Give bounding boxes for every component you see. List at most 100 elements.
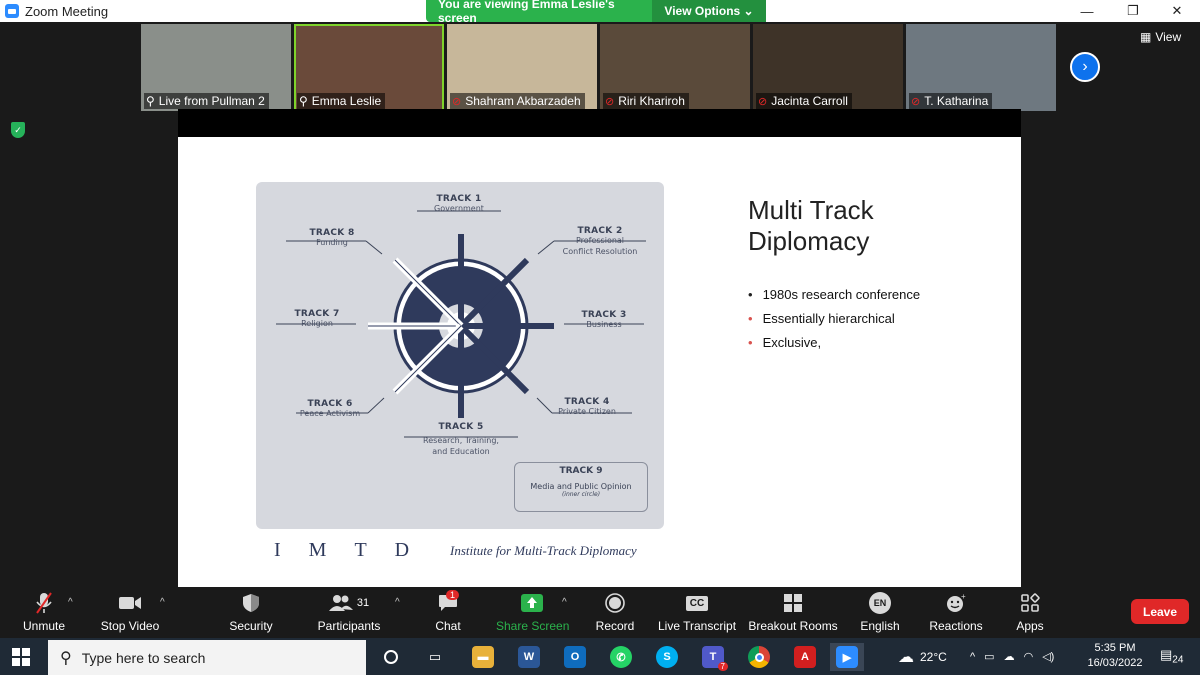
breakout-rooms-button[interactable]: Breakout Rooms — [748, 591, 838, 636]
chrome-icon[interactable] — [742, 643, 776, 671]
live-transcript-button[interactable]: CC Live Transcript — [658, 591, 736, 636]
english-label: English — [860, 619, 900, 633]
restore-button[interactable]: ❐ — [1110, 0, 1156, 22]
participants-caret-icon[interactable]: ^ — [395, 597, 400, 608]
weather-widget[interactable]: ☁ 22°C — [898, 638, 947, 675]
notification-count: 24 — [1172, 654, 1184, 666]
participant-tile[interactable]: ⊘ Jacinta Carroll — [753, 24, 903, 111]
track9-note: (inner circle) — [561, 491, 601, 498]
stop-video-button[interactable]: Stop Video — [98, 591, 162, 636]
tray-chevron-icon[interactable]: ^ — [970, 651, 975, 663]
chat-bubble-icon: 1 — [430, 590, 466, 615]
mic-muted-icon: ⊘ — [911, 95, 921, 108]
record-icon — [592, 591, 638, 615]
track6-label: TRACK 6 Peace Activism — [292, 399, 368, 420]
pin-icon: ⚲ — [299, 94, 308, 108]
participant-tile[interactable]: ⚲ Live from Pullman 2 — [141, 24, 291, 111]
window-title: Zoom Meeting — [25, 3, 109, 19]
share-screen-button[interactable]: Share Screen — [496, 591, 570, 636]
temperature: 22°C — [920, 649, 947, 664]
cortana-icon[interactable] — [374, 643, 408, 671]
skype-icon[interactable]: S — [650, 643, 684, 671]
system-tray: ^ ▭ ☁ ◠ ◁) — [970, 638, 1054, 675]
taskbar-search-box[interactable]: ⚲ Type here to search — [48, 640, 366, 675]
bullet-item: • Exclusive, — [748, 335, 920, 350]
track4-title: TRACK 4 — [564, 397, 610, 407]
security-label: Security — [229, 619, 273, 633]
track2-title: TRACK 2 — [577, 226, 623, 236]
unmute-label: Unmute — [22, 619, 66, 633]
outlook-icon[interactable]: O — [558, 643, 592, 671]
notification-center-icon[interactable]: ▤24 — [1160, 647, 1183, 666]
zoom-taskbar-icon[interactable]: ▶ — [830, 643, 864, 671]
track3-title: TRACK 3 — [581, 310, 627, 320]
participant-tile[interactable]: ⚲ Emma Leslie — [294, 24, 444, 111]
track7-desc: Religion — [301, 319, 333, 328]
minimize-button[interactable]: — — [1064, 0, 1110, 22]
participants-button[interactable]: 31 Participants — [316, 591, 382, 636]
apps-button[interactable]: Apps — [1010, 591, 1050, 636]
track2-desc2: Conflict Resolution — [562, 246, 638, 256]
video-options-caret-icon[interactable]: ^ — [160, 597, 165, 608]
participant-name: Shahram Akbarzadeh — [465, 94, 581, 108]
language-button[interactable]: EN English — [858, 591, 902, 636]
acrobat-icon[interactable]: A — [788, 643, 822, 671]
zoom-logo-icon — [5, 4, 19, 18]
bullet-text: Essentially hierarchical — [762, 311, 895, 326]
track8-label: TRACK 8 Funding — [292, 228, 372, 249]
track5-desc2: and Education — [432, 446, 490, 456]
security-button[interactable]: Security — [225, 591, 277, 636]
whatsapp-icon[interactable]: ✆ — [604, 643, 638, 671]
mic-muted-icon: ⊘ — [605, 95, 615, 108]
encryption-shield-icon[interactable]: ✓ — [11, 122, 25, 138]
view-options-button[interactable]: View Options ⌄ — [652, 0, 766, 22]
viewing-banner: You are viewing Emma Leslie's screen Vie… — [426, 0, 766, 25]
file-explorer-icon[interactable]: ▬ — [466, 643, 500, 671]
video-camera-icon — [98, 591, 162, 615]
bullet-dot: • — [748, 287, 753, 302]
share-options-caret-icon[interactable]: ^ — [562, 597, 567, 608]
teams-icon[interactable]: T7 — [696, 643, 730, 671]
battery-icon[interactable]: ▭ — [984, 650, 994, 663]
breakout-rooms-label: Breakout Rooms — [748, 619, 838, 633]
close-button[interactable]: ✕ — [1154, 0, 1200, 22]
participant-tile[interactable]: ⊘ T. Katharina — [906, 24, 1056, 111]
apps-icon — [1010, 591, 1050, 615]
stop-video-label: Stop Video — [100, 619, 160, 633]
share-screen-label: Share Screen — [496, 619, 570, 633]
windows-start-icon[interactable] — [12, 648, 30, 666]
participant-tile[interactable]: ⊘ Shahram Akbarzadeh — [447, 24, 597, 111]
unmute-button[interactable]: Unmute — [14, 591, 74, 636]
view-label: View — [1155, 30, 1182, 44]
grid-icon: ▦ — [1140, 30, 1152, 44]
word-icon[interactable]: W — [512, 643, 546, 671]
audio-options-caret-icon[interactable]: ^ — [68, 597, 73, 608]
record-button[interactable]: Record — [592, 591, 638, 636]
participant-name-label: ⊘ Jacinta Carroll — [756, 93, 852, 109]
apps-label: Apps — [1016, 619, 1044, 633]
task-view-icon[interactable]: ▭ — [418, 643, 452, 671]
wifi-icon[interactable]: ◠ — [1024, 650, 1034, 663]
chat-button[interactable]: 1 Chat — [430, 590, 466, 636]
participant-name-label: ⚲ Emma Leslie — [297, 93, 386, 109]
reactions-button[interactable]: + Reactions — [928, 591, 984, 636]
svg-text:+: + — [961, 593, 966, 601]
participant-name-label: ⊘ Riri Khariroh — [603, 93, 689, 109]
next-page-arrow-icon[interactable]: › — [1070, 52, 1100, 82]
onedrive-icon[interactable]: ☁ — [1004, 650, 1015, 663]
shared-slide: TRACK 1 Government TRACK 2 Professional Con… — [178, 137, 1021, 587]
participant-tile[interactable]: ⊘ Riri Khariroh — [600, 24, 750, 111]
participant-name-label: ⊘ T. Katharina — [909, 93, 993, 109]
language-code: EN — [869, 592, 891, 614]
participant-name: Riri Khariroh — [618, 94, 685, 108]
leave-button[interactable]: Leave — [1131, 599, 1189, 624]
track6-title: TRACK 6 — [307, 399, 353, 409]
security-shield-icon — [225, 591, 277, 615]
view-button[interactable]: ▦ View — [1140, 30, 1181, 44]
system-clock[interactable]: 5:35 PM 16/03/2022 — [1085, 641, 1145, 671]
bullet-dot: • — [748, 335, 753, 350]
participants-icon: 31 — [316, 591, 382, 615]
volume-icon[interactable]: ◁) — [1042, 650, 1054, 663]
clock-time: 5:35 PM — [1094, 642, 1136, 654]
bullet-item: • Essentially hierarchical — [748, 311, 920, 326]
